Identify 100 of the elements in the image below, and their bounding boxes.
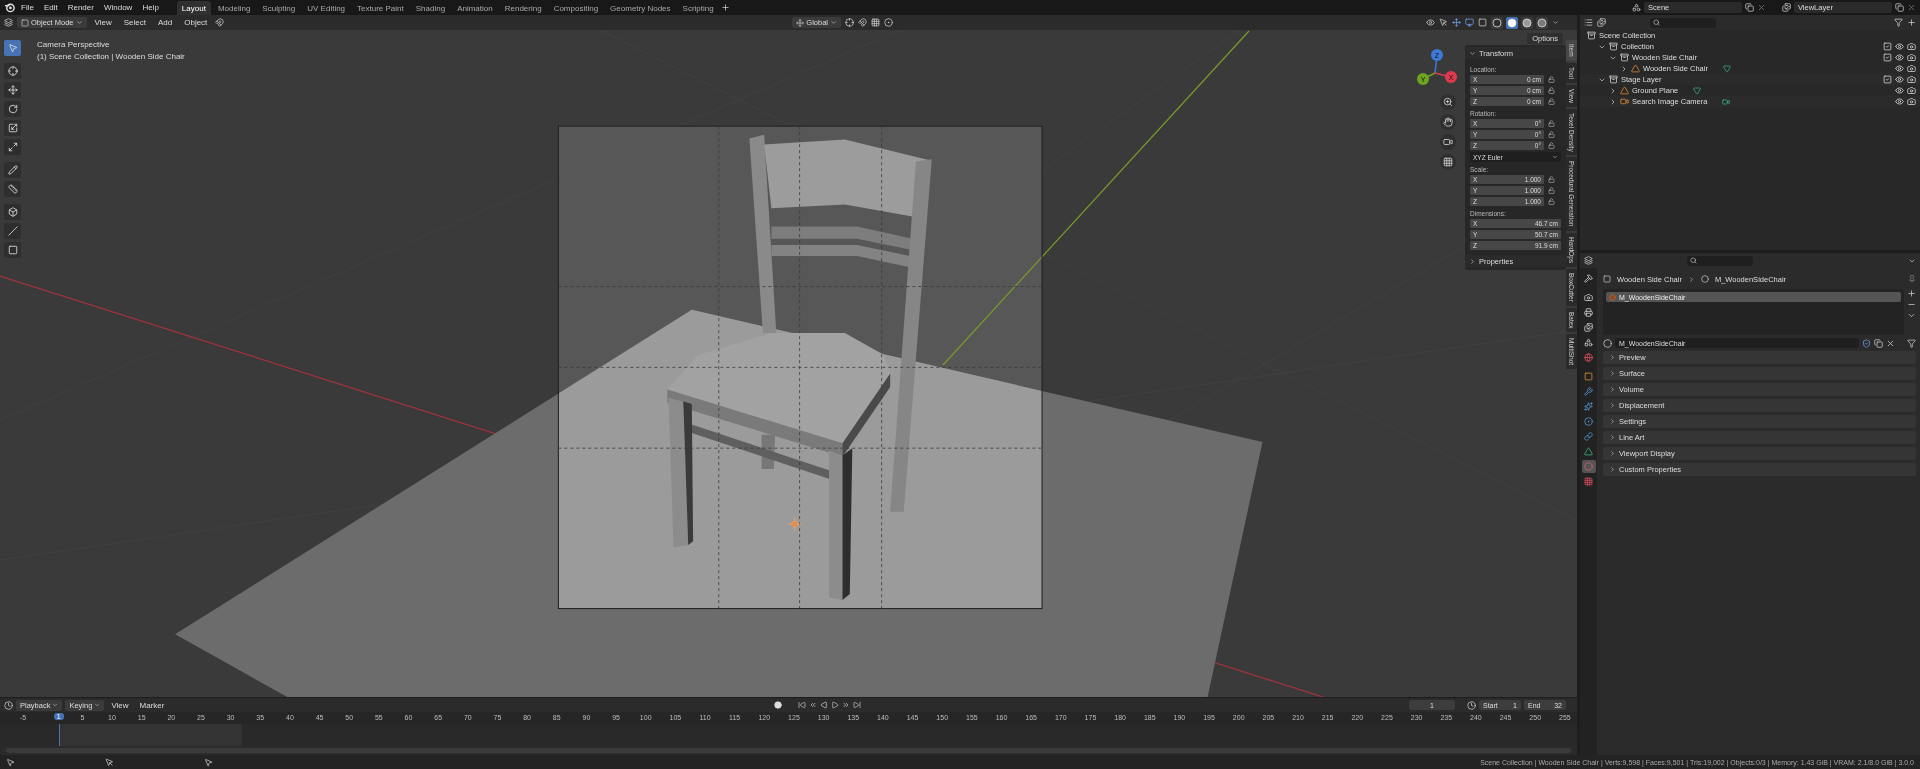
pan-button[interactable] <box>1440 114 1456 130</box>
properties-tab[interactable] <box>1581 306 1596 319</box>
record-icon <box>774 701 783 709</box>
camera-icon <box>1620 97 1629 106</box>
clock-icon <box>1467 700 1476 710</box>
caret-icon <box>75 19 83 26</box>
editor-type-icon <box>1584 18 1593 27</box>
tool-button[interactable] <box>4 101 21 117</box>
properties-tab[interactable] <box>1581 400 1596 413</box>
properties-tab[interactable] <box>1581 321 1596 334</box>
overlay-icon <box>1465 18 1474 27</box>
properties-tab[interactable] <box>1581 460 1596 473</box>
search-field[interactable] <box>1687 255 1753 266</box>
eye-icon <box>1895 42 1904 51</box>
workspace-tab[interactable]: Scripting <box>677 1 719 15</box>
printer-icon <box>1584 308 1593 317</box>
workspace-tab[interactable]: Modeling <box>212 1 256 15</box>
sparkles-icon <box>1584 402 1593 411</box>
tool-button[interactable] <box>4 82 21 98</box>
mouse-middle-icon <box>105 757 114 767</box>
workspace-tab[interactable]: Rendering <box>499 1 547 15</box>
shading-mode-button[interactable] <box>1536 16 1548 29</box>
menu-item[interactable]: Object <box>180 16 212 29</box>
app-logo[interactable] <box>4 2 15 13</box>
caret-icon <box>1552 154 1558 160</box>
hammer-icon <box>1584 274 1593 283</box>
triangle-icon <box>1584 447 1593 456</box>
workspace-tab[interactable]: Sculpting <box>257 1 301 15</box>
menu-item[interactable]: Marker <box>135 698 169 712</box>
properties-tab[interactable] <box>1581 351 1596 364</box>
menu-item[interactable]: View <box>107 698 133 712</box>
search-field[interactable] <box>1650 17 1716 28</box>
move-icon <box>7 85 18 95</box>
triangle-icon <box>1620 86 1629 95</box>
ruler-icon <box>7 184 18 194</box>
menu-item[interactable]: Edit <box>39 1 62 14</box>
tool-button[interactable] <box>4 139 21 155</box>
tool-button[interactable] <box>4 223 21 239</box>
shading-mode-button[interactable] <box>1506 16 1518 29</box>
filter-icon <box>1907 338 1916 348</box>
snap-icon <box>858 18 867 27</box>
menu-item[interactable]: File <box>17 1 38 14</box>
menu-item[interactable]: Help <box>138 1 163 14</box>
properties-tab[interactable] <box>1581 291 1596 304</box>
chevron-icon <box>1469 49 1476 57</box>
copy-icon <box>1745 3 1754 12</box>
camera-icon <box>1584 293 1593 302</box>
properties-tab[interactable] <box>1581 445 1596 458</box>
unlock-icon <box>1548 131 1555 138</box>
menu-item[interactable]: View <box>90 16 116 29</box>
workspace-tab[interactable]: Layout <box>176 1 211 15</box>
filter-icon <box>1894 18 1903 27</box>
scale-icon <box>7 123 18 133</box>
shading-mode-button[interactable] <box>1521 16 1533 29</box>
previous-keyframe-icon <box>809 701 818 709</box>
tool-button[interactable] <box>4 120 21 136</box>
unlock-icon <box>1548 198 1555 205</box>
pencil-icon <box>7 165 18 175</box>
unlock-icon <box>1548 76 1555 83</box>
zoom-button[interactable] <box>1440 94 1456 110</box>
chevron-icon <box>1469 257 1476 265</box>
workspace-tab[interactable]: Shading <box>410 1 451 15</box>
snap-grid-icon <box>871 18 880 27</box>
menu-item[interactable]: Select <box>119 16 150 29</box>
square-icon <box>7 245 18 255</box>
tool-button[interactable] <box>4 242 21 258</box>
tool-button[interactable] <box>4 162 21 178</box>
tool-button[interactable] <box>4 181 21 197</box>
properties-tab[interactable] <box>1581 385 1596 398</box>
properties-tab[interactable] <box>1581 370 1596 383</box>
grid-view-button[interactable] <box>1440 154 1456 170</box>
sphere-icon <box>1609 293 1616 301</box>
camera-icon <box>1722 97 1731 106</box>
camera-icon <box>1443 137 1453 147</box>
tool-button[interactable] <box>4 204 21 220</box>
workspace-tab[interactable]: Animation <box>452 1 498 15</box>
pin-icon <box>1908 275 1916 283</box>
camera-icon <box>1907 97 1916 106</box>
menu-item[interactable]: Window <box>99 1 137 14</box>
properties-tab[interactable] <box>1581 475 1596 488</box>
archive-icon <box>1609 75 1618 84</box>
workspace-tab[interactable]: Geometry Nodes <box>605 1 676 15</box>
menu-item[interactable]: Render <box>63 1 98 14</box>
workspace-tab[interactable]: Texture Paint <box>352 1 409 15</box>
images-icon <box>1584 323 1593 332</box>
material-icon <box>1700 275 1709 283</box>
properties-tab[interactable] <box>1581 272 1596 285</box>
workspace-tab[interactable]: Compositing <box>548 1 604 15</box>
workspace-tab[interactable]: UV Editing <box>302 1 351 15</box>
shading-mode-button[interactable] <box>1491 16 1503 29</box>
unlock-icon <box>1548 120 1555 127</box>
eye-icon <box>1895 97 1904 106</box>
properties-tab[interactable] <box>1581 415 1596 428</box>
menu-item[interactable]: Add <box>153 16 177 29</box>
camera-view-button[interactable] <box>1440 134 1456 150</box>
view-info: (1) Scene Collection | Wooden Side Chair <box>37 52 185 61</box>
tool-button[interactable] <box>4 63 21 79</box>
separator-icon <box>1687 275 1695 283</box>
camera-icon <box>1907 53 1916 62</box>
camera-icon <box>1907 75 1916 84</box>
